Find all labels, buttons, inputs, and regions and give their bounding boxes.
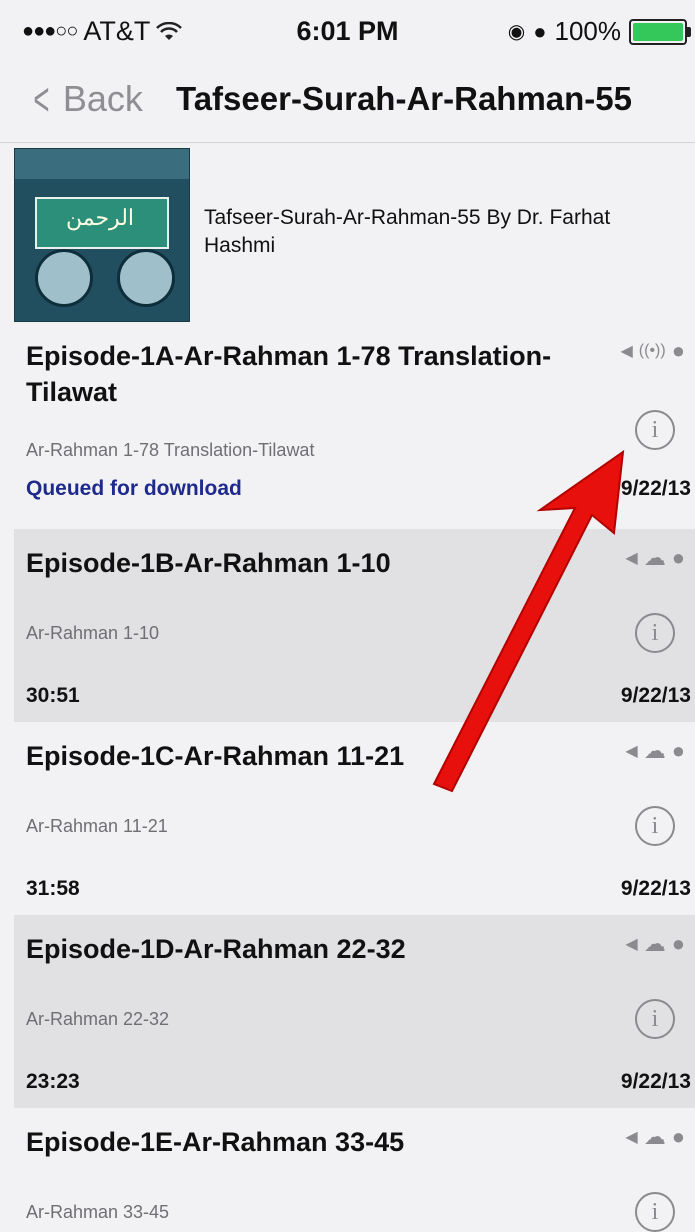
episode-row[interactable]: Episode-1C-Ar-Rahman 11-21 Ar-Rahman 11-… bbox=[14, 722, 695, 915]
episode-subtitle: Ar-Rahman 33-45 bbox=[26, 1202, 170, 1222]
episode-status-icons: ◀ ☁ ● bbox=[625, 738, 685, 764]
cloud-icon: ☁ bbox=[643, 545, 666, 570]
episode-row[interactable]: Episode-1B-Ar-Rahman 1-10 Ar-Rahman 1-10… bbox=[14, 529, 695, 722]
info-icon[interactable]: i bbox=[635, 410, 675, 450]
episode-status-icons: ◀ ☁ ● bbox=[625, 931, 685, 957]
episode-title: Episode-1D-Ar-Rahman 22-32 bbox=[26, 934, 406, 964]
unplayed-dot-icon: ● bbox=[671, 545, 685, 570]
alarm-icon: ● bbox=[533, 18, 547, 44]
episode-subtitle: Ar-Rahman 11-21 bbox=[26, 816, 168, 836]
episode-duration: 31:58 bbox=[26, 877, 80, 900]
episode-subtitle: Ar-Rahman 1-78 Translation-Tilawat bbox=[26, 440, 315, 460]
cloud-icon: ☁ bbox=[643, 738, 666, 763]
episode-date: 9/22/13 bbox=[620, 684, 691, 707]
chevron-left-icon: < bbox=[33, 73, 50, 125]
speaker-icon: ◀ bbox=[625, 936, 638, 953]
episode-status-icons: ◀ ((•)) ● bbox=[620, 338, 685, 364]
speaker-icon: ◀ bbox=[620, 343, 633, 360]
episode-date: 9/22/13 bbox=[620, 1070, 691, 1093]
battery-percent: 100% bbox=[554, 16, 622, 46]
episode-title: Episode-1A-Ar-Rahman 1-78 Translation-Ti… bbox=[26, 341, 552, 407]
speaker-icon: ◀ bbox=[625, 743, 638, 760]
navigation-bar: < Back Tafseer-Surah-Ar-Rahman-55 bbox=[0, 62, 695, 143]
cloud-icon: ☁ bbox=[643, 1124, 666, 1149]
episode-subtitle: Ar-Rahman 1-10 bbox=[26, 623, 160, 643]
episode-date: 9/22/13 bbox=[620, 477, 691, 500]
episode-row[interactable]: Episode-1D-Ar-Rahman 22-32 Ar-Rahman 22-… bbox=[14, 915, 695, 1108]
page-title: Tafseer-Surah-Ar-Rahman-55 bbox=[176, 80, 633, 117]
episode-row[interactable]: Episode-1E-Ar-Rahman 33-45 Ar-Rahman 33-… bbox=[14, 1108, 695, 1232]
unplayed-dot-icon: ● bbox=[671, 1124, 685, 1149]
episode-title: Episode-1B-Ar-Rahman 1-10 bbox=[26, 548, 391, 578]
episode-date: 9/22/13 bbox=[620, 877, 691, 900]
podcast-artwork: الرحمن bbox=[14, 148, 190, 322]
location-icon: ◉ bbox=[507, 21, 526, 43]
speaker-icon: ◀ bbox=[625, 1129, 638, 1146]
info-icon[interactable]: i bbox=[635, 613, 675, 653]
episode-title: Episode-1C-Ar-Rahman 11-21 bbox=[26, 741, 405, 771]
status-bar: ●●●○○ AT&T 6:01 PM ◉ ● 100% bbox=[0, 0, 695, 62]
antenna-icon: ((•)) bbox=[638, 342, 666, 359]
episode-duration: 23:23 bbox=[26, 1070, 80, 1093]
episode-status-icons: ◀ ☁ ● bbox=[625, 545, 685, 571]
podcast-header: الرحمن Tafseer-Surah-Ar-Rahman-55 By Dr.… bbox=[0, 142, 695, 322]
back-button[interactable]: < Back bbox=[28, 76, 143, 122]
episode-duration: 30:51 bbox=[26, 684, 80, 707]
unplayed-dot-icon: ● bbox=[671, 738, 685, 763]
unplayed-dot-icon: ● bbox=[671, 931, 685, 956]
speaker-icon: ◀ bbox=[625, 550, 638, 567]
episode-row[interactable]: Episode-1A-Ar-Rahman 1-78 Translation-Ti… bbox=[14, 322, 695, 515]
info-icon[interactable]: i bbox=[635, 999, 675, 1039]
battery-fill bbox=[633, 22, 683, 41]
info-icon[interactable]: i bbox=[635, 806, 675, 846]
episode-status-icons: ◀ ☁ ● bbox=[625, 1124, 685, 1150]
status-right: ◉ ● 100% bbox=[507, 16, 691, 47]
episode-status: Queued for download bbox=[26, 477, 242, 500]
info-icon[interactable]: i bbox=[635, 1192, 675, 1232]
artwork-text: الرحمن bbox=[65, 205, 135, 230]
episode-title: Episode-1E-Ar-Rahman 33-45 bbox=[26, 1127, 405, 1157]
cloud-icon: ☁ bbox=[643, 931, 666, 956]
back-label: Back bbox=[62, 78, 143, 119]
unplayed-dot-icon: ● bbox=[671, 338, 685, 363]
podcast-title: Tafseer-Surah-Ar-Rahman-55 By Dr. Farhat… bbox=[204, 206, 611, 257]
episode-subtitle: Ar-Rahman 22-32 bbox=[26, 1009, 170, 1029]
battery-icon bbox=[629, 18, 691, 45]
